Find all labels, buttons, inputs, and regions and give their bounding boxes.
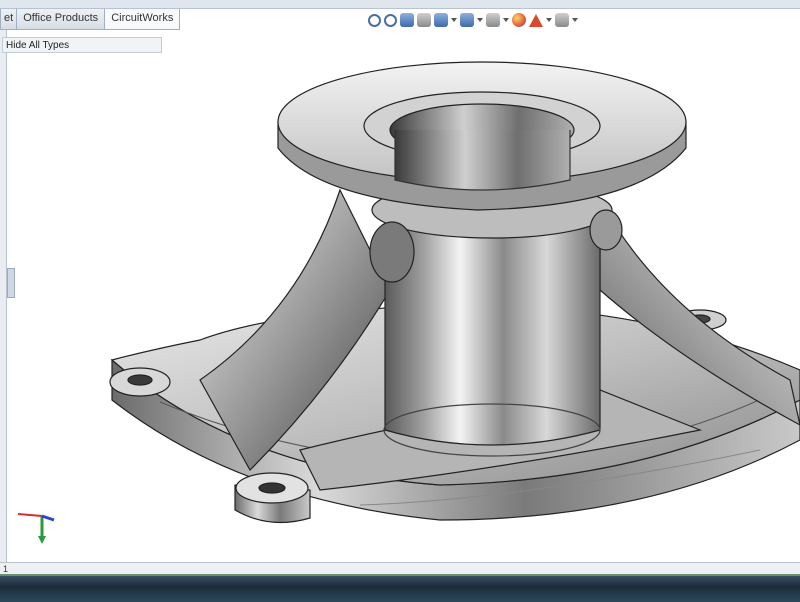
section-view-icon[interactable] <box>417 13 431 27</box>
graphics-area[interactable] <box>0 30 800 562</box>
taskbar <box>0 574 800 602</box>
tab-truncated[interactable]: et <box>0 9 18 30</box>
tab-circuitworks[interactable]: CircuitWorks <box>104 9 181 30</box>
zoom-to-area-icon[interactable] <box>384 13 397 27</box>
chevron-down-icon[interactable] <box>503 18 509 22</box>
zoom-to-fit-icon[interactable] <box>368 13 381 27</box>
edit-appearance-icon[interactable] <box>512 13 526 27</box>
chevron-down-icon[interactable] <box>546 18 552 22</box>
apply-scene-icon[interactable] <box>529 13 543 27</box>
chevron-down-icon[interactable] <box>451 18 457 22</box>
view-settings-icon[interactable] <box>555 13 569 27</box>
heads-up-view-toolbar <box>368 10 578 30</box>
part-model[interactable] <box>109 61 800 524</box>
command-manager-tabs: et Office Products CircuitWorks <box>0 9 181 30</box>
view-orientation-icon[interactable] <box>434 13 448 27</box>
tab-office-products[interactable]: Office Products <box>16 9 106 30</box>
status-text: 1 <box>3 564 9 574</box>
previous-view-icon[interactable] <box>400 13 414 27</box>
chevron-down-icon[interactable] <box>477 18 483 22</box>
reference-triad-icon <box>17 513 55 544</box>
hide-show-icon[interactable] <box>486 13 500 27</box>
display-style-icon[interactable] <box>460 13 474 27</box>
title-strip <box>0 0 800 9</box>
chevron-down-icon[interactable] <box>572 18 578 22</box>
